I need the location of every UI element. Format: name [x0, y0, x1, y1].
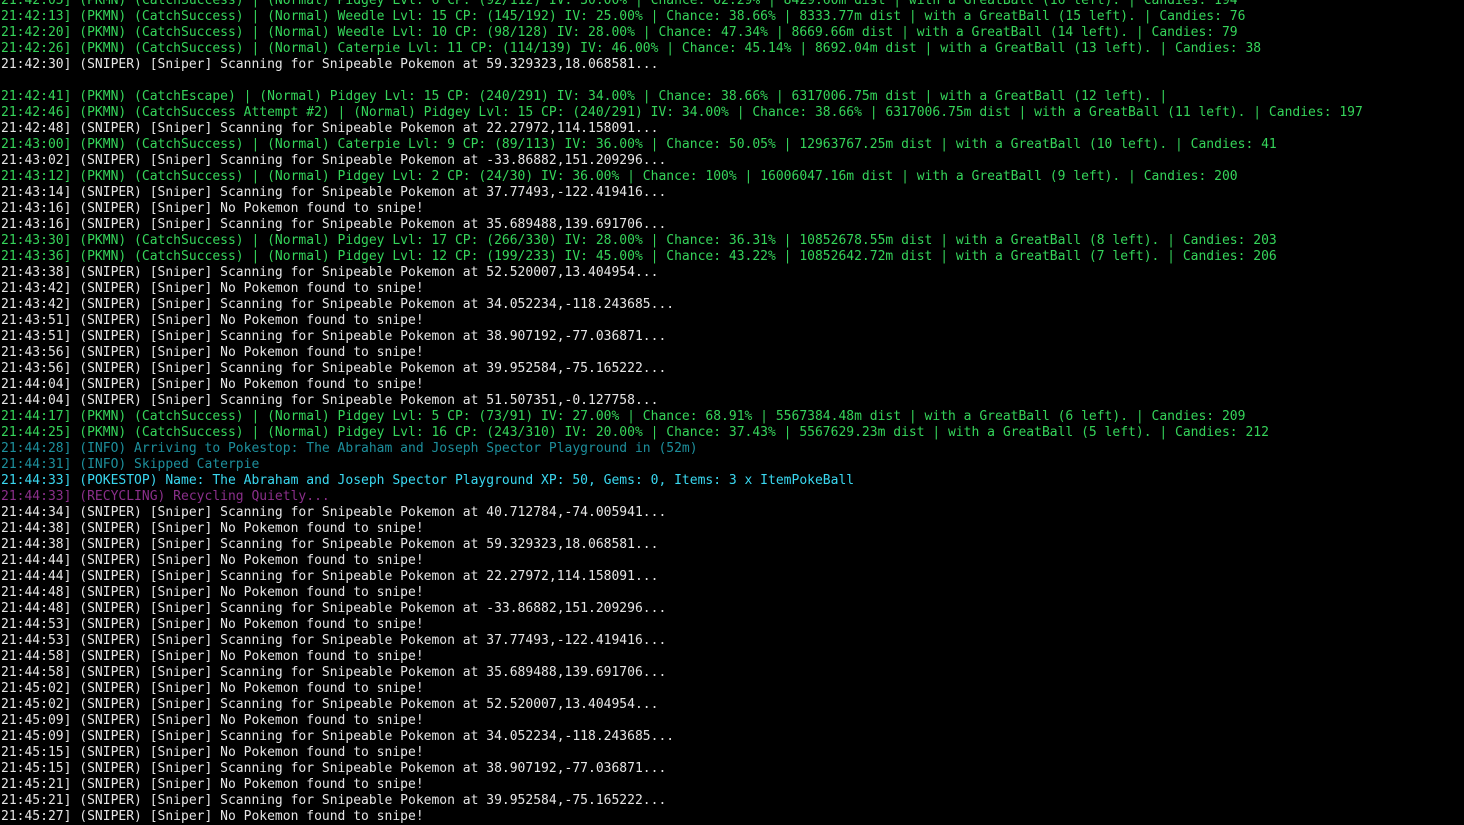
log-line: 21:44:44] (SNIPER) [Sniper] No Pokemon f…	[1, 553, 424, 568]
log-line: 21:44:17] (PKMN) (CatchSuccess) | (Norma…	[1, 409, 1246, 424]
log-line: 21:42:20] (PKMN) (CatchSuccess) | (Norma…	[1, 25, 1238, 40]
log-line: 21:42:48] (SNIPER) [Sniper] Scanning for…	[1, 121, 659, 136]
log-line: 21:45:27] (SNIPER) [Sniper] No Pokemon f…	[1, 809, 424, 824]
log-line: 21:45:21] (SNIPER) [Sniper] No Pokemon f…	[1, 777, 424, 792]
log-line: 21:44:04] (SNIPER) [Sniper] Scanning for…	[1, 393, 659, 408]
log-line: 21:44:34] (SNIPER) [Sniper] Scanning for…	[1, 505, 667, 520]
log-line: 21:42:41] (PKMN) (CatchEscape) | (Normal…	[1, 89, 1168, 104]
log-line: 21:43:42] (SNIPER) [Sniper] Scanning for…	[1, 297, 675, 312]
log-line: 21:43:02] (SNIPER) [Sniper] Scanning for…	[1, 153, 667, 168]
log-line: 21:45:09] (SNIPER) [Sniper] No Pokemon f…	[1, 713, 424, 728]
log-line: 21:44:53] (SNIPER) [Sniper] No Pokemon f…	[1, 617, 424, 632]
log-line: 21:44:25] (PKMN) (CatchSuccess) | (Norma…	[1, 425, 1269, 440]
log-line: 21:43:12] (PKMN) (CatchSuccess) | (Norma…	[1, 169, 1238, 184]
log-line: 21:45:21] (SNIPER) [Sniper] Scanning for…	[1, 793, 667, 808]
log-line: 21:43:30] (PKMN) (CatchSuccess) | (Norma…	[1, 233, 1277, 248]
log-line: 21:43:51] (SNIPER) [Sniper] Scanning for…	[1, 329, 667, 344]
log-line: 21:44:53] (SNIPER) [Sniper] Scanning for…	[1, 633, 667, 648]
log-line: 21:42:26] (PKMN) (CatchSuccess) | (Norma…	[1, 41, 1262, 56]
log-line: 21:45:02] (SNIPER) [Sniper] Scanning for…	[1, 697, 659, 712]
log-line: 21:44:48] (SNIPER) [Sniper] Scanning for…	[1, 601, 667, 616]
log-line: 21:42:46] (PKMN) (CatchSuccess Attempt #…	[1, 105, 1363, 120]
log-line: 21:44:38] (SNIPER) [Sniper] No Pokemon f…	[1, 521, 424, 536]
log-line: 21:45:02] (SNIPER) [Sniper] No Pokemon f…	[1, 681, 424, 696]
log-line: 21:45:15] (SNIPER) [Sniper] No Pokemon f…	[1, 745, 424, 760]
log-line: 21:43:42] (SNIPER) [Sniper] No Pokemon f…	[1, 281, 424, 296]
log-line: 21:44:33] (POKESTOP) Name: The Abraham a…	[1, 473, 855, 488]
log-line: 21:45:09] (SNIPER) [Sniper] Scanning for…	[1, 729, 675, 744]
log-line: 21:44:31] (INFO) Skipped Caterpie	[1, 457, 260, 472]
log-line: 21:44:58] (SNIPER) [Sniper] No Pokemon f…	[1, 649, 424, 664]
log-line: 21:44:48] (SNIPER) [Sniper] No Pokemon f…	[1, 585, 424, 600]
log-line: 21:43:16] (SNIPER) [Sniper] No Pokemon f…	[1, 201, 424, 216]
log-line: 21:44:38] (SNIPER) [Sniper] Scanning for…	[1, 537, 659, 552]
log-line: 21:44:28] (INFO) Arriving to Pokestop: T…	[1, 441, 698, 456]
log-line: 21:43:56] (SNIPER) [Sniper] No Pokemon f…	[1, 345, 424, 360]
log-line: 21:44:58] (SNIPER) [Sniper] Scanning for…	[1, 665, 667, 680]
log-line: 21:43:51] (SNIPER) [Sniper] No Pokemon f…	[1, 313, 424, 328]
log-line: 21:43:56] (SNIPER) [Sniper] Scanning for…	[1, 361, 667, 376]
log-line: 21:42:30] (SNIPER) [Sniper] Scanning for…	[1, 57, 659, 72]
log-line: 21:42:13] (PKMN) (CatchSuccess) | (Norma…	[1, 9, 1246, 24]
log-line: 21:45:15] (SNIPER) [Sniper] Scanning for…	[1, 761, 667, 776]
log-line: 21:43:14] (SNIPER) [Sniper] Scanning for…	[1, 185, 667, 200]
log-line: 21:43:36] (PKMN) (CatchSuccess) | (Norma…	[1, 249, 1277, 264]
log-line: 21:44:44] (SNIPER) [Sniper] Scanning for…	[1, 569, 659, 584]
log-line: 21:43:00] (PKMN) (CatchSuccess) | (Norma…	[1, 137, 1277, 152]
log-line: 21:43:38] (SNIPER) [Sniper] Scanning for…	[1, 265, 659, 280]
console-output: 21:42:05] (PKMN) (CatchSuccess) | (Norma…	[0, 0, 1464, 825]
log-line: 21:44:33] (RECYCLING) Recycling Quietly.…	[1, 489, 330, 504]
log-line: 21:43:16] (SNIPER) [Sniper] Scanning for…	[1, 217, 667, 232]
log-line: 21:44:04] (SNIPER) [Sniper] No Pokemon f…	[1, 377, 424, 392]
log-line: 21:42:05] (PKMN) (CatchSuccess) | (Norma…	[1, 0, 1238, 8]
